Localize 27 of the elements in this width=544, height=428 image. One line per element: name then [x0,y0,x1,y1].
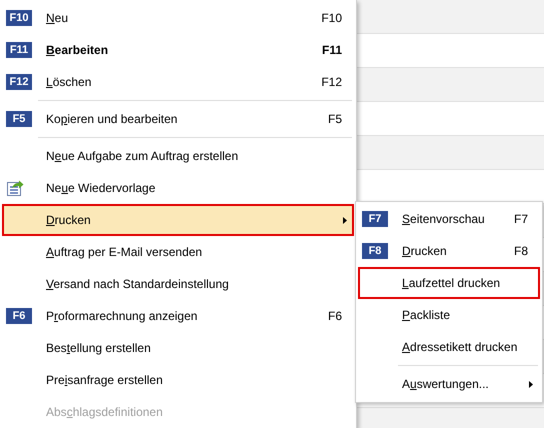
menu-item[interactable]: F8 Drucken F8 [358,235,540,267]
menu-item[interactable]: Bestellung erstellen [2,332,354,364]
shortcut-badge: F8 [362,243,388,259]
menu-item[interactable]: Auswertungen... [358,368,540,400]
menu-item[interactable]: Auftrag per E-Mail versenden [2,236,354,268]
menu-item[interactable]: F11 Bearbeiten F11 [2,34,354,66]
menu-item[interactable]: Preisanfrage erstellen [2,364,354,396]
menu-item[interactable]: F6 Proformarechnung anzeigen F6 [2,300,354,332]
menu-item[interactable]: Neue Wiedervorlage [2,172,354,204]
shortcut-badge: F5 [6,111,32,127]
menu-item[interactable]: F12 Löschen F12 [2,66,354,98]
menu-item[interactable]: Neue Aufgabe zum Auftrag erstellen [2,140,354,172]
shortcut-badge: F12 [6,74,32,90]
shortcut-badge: F7 [362,211,388,227]
menu-item[interactable]: F10 Neu F10 [2,2,354,34]
menu-item[interactable]: Drucken [2,204,354,236]
menu-item[interactable]: Adressetikett drucken [358,331,540,363]
shortcut-badge: F11 [6,42,32,58]
shortcut-badge: F6 [6,308,32,324]
submenu-arrow-icon [529,381,533,388]
shortcut-badge: F10 [6,10,32,26]
menu-item[interactable]: F7 Seitenvorschau F7 [358,203,540,235]
menu-item[interactable]: Laufzettel drucken [358,267,540,299]
menu-item[interactable]: F5 Kopieren und bearbeiten F5 [2,103,354,135]
submenu-arrow-icon [343,217,347,224]
menu-item[interactable]: Packliste [358,299,540,331]
menu-item[interactable]: Versand nach Standardeinstellung [2,268,354,300]
